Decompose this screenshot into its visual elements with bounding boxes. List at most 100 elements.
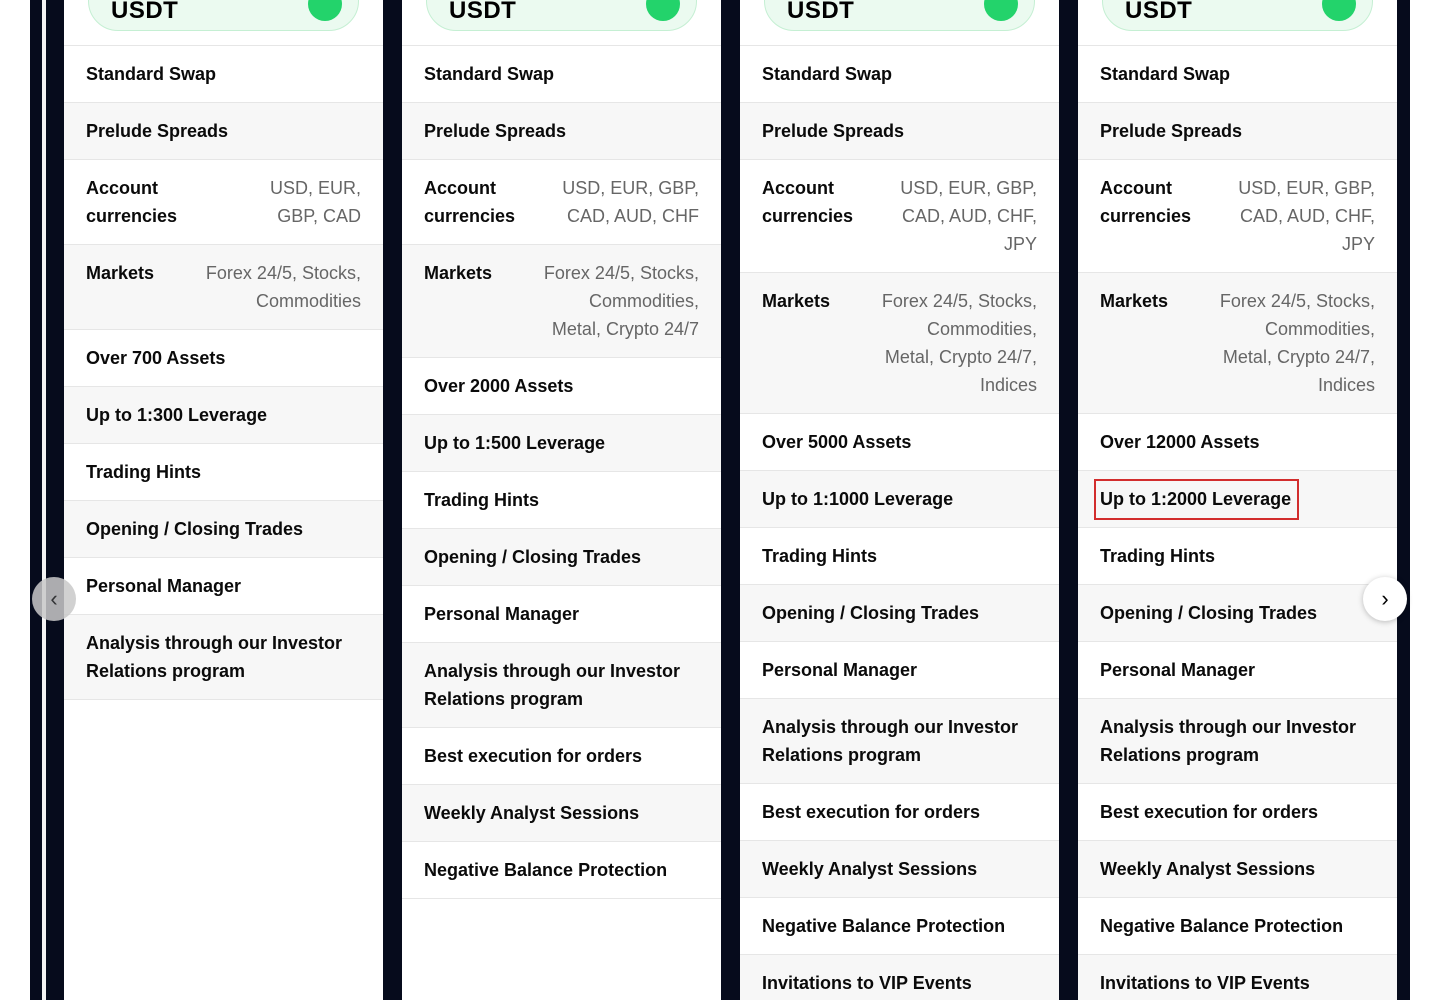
account-type-pill[interactable]: USDT [426, 0, 697, 31]
feature-name: Standard Swap [424, 64, 555, 84]
feature-row-prelude-spreads: Prelude Spreads [1078, 103, 1397, 160]
account-type-label: USDT [1125, 0, 1193, 24]
feature-row-markets: Markets Forex 24/5, Stocks, Commodities, … [740, 273, 1059, 414]
feature-name: Prelude Spreads [762, 121, 905, 141]
feature-name: Up to 1:1000 Leverage [762, 489, 954, 509]
feature-value: Forex 24/5, Stocks, Commodities, Metal, … [1219, 291, 1375, 395]
feature-row-analysis-through-our-investor: Analysis through our Investor Relations … [740, 699, 1059, 784]
feature-name: Personal Manager [1100, 660, 1256, 680]
feature-row-opening-closing-trades: Opening / Closing Trades [402, 529, 721, 586]
feature-row-analysis-through-our-investor: Analysis through our Investor Relations … [64, 615, 383, 700]
feature-name: Over 5000 Assets [762, 432, 912, 452]
feature-value: Forex 24/5, Stocks, Commodities, Metal, … [543, 263, 699, 339]
feature-name: Account currencies [424, 178, 516, 226]
feature-list: Standard Swap Prelude Spreads Account curr… [402, 46, 721, 899]
account-type-pill[interactable]: USDT [764, 0, 1035, 31]
feature-row-weekly-analyst-sessions: Weekly Analyst Sessions [740, 841, 1059, 898]
feature-name: Up to 1:500 Leverage [424, 433, 606, 453]
feature-name: Negative Balance Protection [424, 860, 668, 880]
pricing-carousel: USDT Standard Swap Prelude Spreads Account… [30, 0, 1410, 1000]
feature-row-up-to-1-1000-leverage: Up to 1:1000 Leverage [740, 471, 1059, 528]
feature-row-invitations-to-vip-events: Invitations to VIP Events [1078, 955, 1397, 1000]
feature-name: Over 12000 Assets [1100, 432, 1260, 452]
feature-row-over-700-assets: Over 700 Assets [64, 330, 383, 387]
feature-name: Analysis through our Investor Relations … [762, 717, 1019, 765]
feature-row-prelude-spreads: Prelude Spreads [64, 103, 383, 160]
feature-name: Analysis through our Investor Relations … [86, 633, 343, 681]
feature-name: Standard Swap [1100, 64, 1231, 84]
chevron-right-icon[interactable]: › [1363, 577, 1407, 621]
feature-name: Trading Hints [1100, 546, 1216, 566]
select-dot-icon [984, 0, 1018, 21]
feature-row-negative-balance-protection: Negative Balance Protection [740, 898, 1059, 955]
feature-name: Over 700 Assets [86, 348, 226, 368]
feature-row-analysis-through-our-investor: Analysis through our Investor Relations … [402, 643, 721, 728]
feature-row-over-2000-assets: Over 2000 Assets [402, 358, 721, 415]
feature-row-trading-hints: Trading Hints [402, 472, 721, 529]
feature-row-opening-closing-trades: Opening / Closing Trades [64, 501, 383, 558]
feature-row-analysis-through-our-investor: Analysis through our Investor Relations … [1078, 699, 1397, 784]
feature-row-account: Account currencies USD, EUR, GBP, CAD [64, 160, 383, 245]
feature-name: Trading Hints [86, 462, 202, 482]
feature-row-account: Account currencies USD, EUR, GBP, CAD, AU… [1078, 160, 1397, 273]
feature-row-negative-balance-protection: Negative Balance Protection [1078, 898, 1397, 955]
feature-row-over-5000-assets: Over 5000 Assets [740, 414, 1059, 471]
feature-name: Prelude Spreads [86, 121, 229, 141]
feature-name: Personal Manager [86, 576, 242, 596]
feature-row-account: Account currencies USD, EUR, GBP, CAD, AU… [402, 160, 721, 245]
feature-name: Markets [762, 291, 831, 311]
account-type-label: USDT [449, 0, 517, 24]
feature-name: Opening / Closing Trades [1100, 603, 1318, 623]
select-dot-icon [1322, 0, 1356, 21]
feature-row-personal-manager: Personal Manager [1078, 642, 1397, 699]
feature-name: Account currencies [1100, 178, 1192, 226]
feature-name: Weekly Analyst Sessions [424, 803, 640, 823]
feature-name: Weekly Analyst Sessions [1100, 859, 1316, 879]
feature-name: Negative Balance Protection [1100, 916, 1344, 936]
feature-name: Negative Balance Protection [762, 916, 1006, 936]
feature-row-trading-hints: Trading Hints [64, 444, 383, 501]
feature-name: Prelude Spreads [424, 121, 567, 141]
column-header: USDT [402, 0, 721, 46]
feature-row-trading-hints: Trading Hints [740, 528, 1059, 585]
feature-row-opening-closing-trades: Opening / Closing Trades [1078, 585, 1397, 642]
feature-row-over-12000-assets: Over 12000 Assets [1078, 414, 1397, 471]
feature-name: Analysis through our Investor Relations … [424, 661, 681, 709]
feature-list: Standard Swap Prelude Spreads Account curr… [740, 46, 1059, 1000]
feature-name: Markets [1100, 291, 1169, 311]
feature-name: Analysis through our Investor Relations … [1100, 717, 1357, 765]
feature-name: Opening / Closing Trades [424, 547, 642, 567]
feature-row-negative-balance-protection: Negative Balance Protection [402, 842, 721, 899]
feature-value: USD, EUR, GBP, CAD, AUD, CHF, JPY [900, 178, 1037, 254]
account-column-3: USDT Standard Swap Prelude Spreads Account… [740, 0, 1059, 1000]
feature-name: Best execution for orders [424, 746, 643, 766]
feature-name: Standard Swap [762, 64, 893, 84]
feature-name: Opening / Closing Trades [762, 603, 980, 623]
column-header: USDT [64, 0, 383, 46]
feature-name: Invitations to VIP Events [1100, 973, 1310, 993]
column-header: USDT [740, 0, 1059, 46]
feature-name: Trading Hints [424, 490, 540, 510]
feature-value: USD, EUR, GBP, CAD, AUD, CHF, JPY [1238, 178, 1375, 254]
chevron-left-icon[interactable]: ‹ [32, 577, 76, 621]
feature-name: Personal Manager [424, 604, 580, 624]
feature-name: Markets [86, 263, 155, 283]
account-type-pill[interactable]: USDT [1102, 0, 1373, 31]
select-dot-icon [308, 0, 342, 21]
feature-row-personal-manager: Personal Manager [740, 642, 1059, 699]
carousel-edge-strip [42, 0, 46, 1000]
feature-list: Standard Swap Prelude Spreads Account curr… [1078, 46, 1397, 1000]
feature-name: Account currencies [86, 178, 178, 226]
feature-name: Weekly Analyst Sessions [762, 859, 978, 879]
feature-name: Trading Hints [762, 546, 878, 566]
feature-value: USD, EUR, GBP, CAD, AUD, CHF [562, 178, 699, 226]
feature-row-prelude-spreads: Prelude Spreads [402, 103, 721, 160]
account-type-pill[interactable]: USDT [88, 0, 359, 31]
select-dot-icon [646, 0, 680, 21]
feature-row-trading-hints: Trading Hints [1078, 528, 1397, 585]
feature-row-markets: Markets Forex 24/5, Stocks, Commodities [64, 245, 383, 330]
feature-row-standard-swap: Standard Swap [740, 46, 1059, 103]
feature-row-account: Account currencies USD, EUR, GBP, CAD, AU… [740, 160, 1059, 273]
feature-row-standard-swap: Standard Swap [64, 46, 383, 103]
feature-name: Best execution for orders [1100, 802, 1319, 822]
